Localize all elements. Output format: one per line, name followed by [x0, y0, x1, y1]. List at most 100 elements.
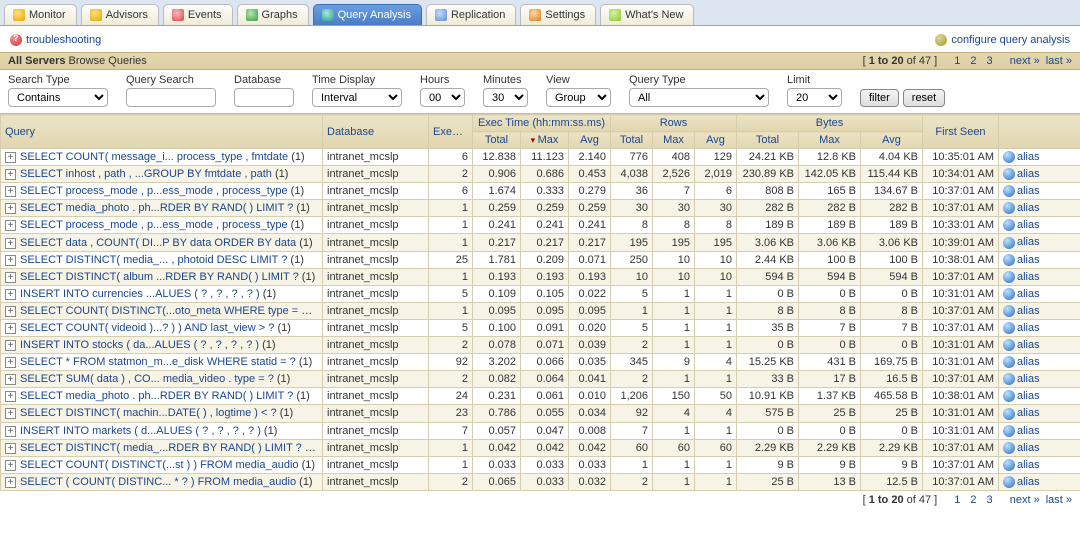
database-input[interactable]: [234, 88, 294, 107]
expand-icon[interactable]: +: [5, 426, 16, 437]
col-r-avg[interactable]: Avg: [695, 132, 737, 149]
time-display-select[interactable]: Interval: [312, 88, 402, 107]
query-link[interactable]: SELECT COUNT( message_i... process_type …: [20, 151, 288, 163]
query-link[interactable]: SELECT media_photo . ph...RDER BY RAND( …: [20, 202, 293, 214]
alias-link[interactable]: alias: [1017, 390, 1040, 402]
alias-link[interactable]: alias: [1017, 407, 1040, 419]
tab-settings[interactable]: Settings: [520, 4, 596, 25]
page-3-bottom[interactable]: 3: [985, 494, 995, 506]
query-link[interactable]: INSERT INTO stocks ( da...ALUES ( ? , ? …: [20, 339, 259, 351]
query-link[interactable]: SELECT SUM( data ) , CO... media_video .…: [20, 373, 274, 385]
search-type-select[interactable]: Contains: [8, 88, 108, 107]
query-type-select[interactable]: All: [629, 88, 769, 107]
col-b-avg[interactable]: Avg: [861, 132, 923, 149]
expand-icon[interactable]: +: [5, 443, 16, 454]
alias-link[interactable]: alias: [1017, 476, 1040, 488]
query-link[interactable]: SELECT COUNT( DISTINCT(...st ) ) FROM me…: [20, 459, 299, 471]
alias-link[interactable]: alias: [1017, 339, 1040, 351]
tab-advisors[interactable]: Advisors: [81, 4, 159, 25]
expand-icon[interactable]: +: [5, 152, 16, 163]
expand-icon[interactable]: +: [5, 477, 16, 488]
configure-link[interactable]: configure query analysis: [951, 34, 1070, 46]
info-icon[interactable]: [1003, 151, 1015, 163]
tab-query-analysis[interactable]: Query Analysis: [313, 4, 422, 25]
col-et-avg[interactable]: Avg: [569, 132, 611, 149]
page-3[interactable]: 3: [985, 55, 995, 67]
view-select[interactable]: Group: [546, 88, 611, 107]
expand-icon[interactable]: +: [5, 323, 16, 334]
pager-next[interactable]: next »: [1010, 55, 1040, 67]
alias-link[interactable]: alias: [1017, 356, 1040, 368]
expand-icon[interactable]: +: [5, 238, 16, 249]
expand-icon[interactable]: +: [5, 374, 16, 385]
pager-last[interactable]: last »: [1046, 55, 1072, 67]
expand-icon[interactable]: +: [5, 203, 16, 214]
filter-button[interactable]: filter: [860, 89, 899, 107]
info-icon[interactable]: [1003, 322, 1015, 334]
col-database[interactable]: Database: [323, 115, 429, 149]
expand-icon[interactable]: +: [5, 186, 16, 197]
query-search-input[interactable]: [126, 88, 216, 107]
query-link[interactable]: SELECT COUNT( videoid )...? ) ) AND last…: [20, 322, 274, 334]
col-first-seen[interactable]: First Seen: [923, 115, 999, 149]
info-icon[interactable]: [1003, 356, 1015, 368]
page-2[interactable]: 2: [968, 55, 978, 67]
alias-link[interactable]: alias: [1017, 219, 1040, 231]
alias-link[interactable]: alias: [1017, 305, 1040, 317]
alias-link[interactable]: alias: [1017, 151, 1040, 163]
alias-link[interactable]: alias: [1017, 271, 1040, 283]
query-link[interactable]: INSERT INTO currencies ...ALUES ( ? , ? …: [20, 288, 260, 300]
info-icon[interactable]: [1003, 271, 1015, 283]
alias-link[interactable]: alias: [1017, 254, 1040, 266]
col-exec-count[interactable]: Exec Count: [429, 115, 473, 149]
tab-events[interactable]: Events: [163, 4, 233, 25]
col-b-max[interactable]: Max: [799, 132, 861, 149]
info-icon[interactable]: [1003, 237, 1015, 249]
info-icon[interactable]: [1003, 202, 1015, 214]
query-link[interactable]: SELECT ( COUNT( DISTINC... * ? ) FROM me…: [20, 476, 296, 488]
hours-select[interactable]: 00: [420, 88, 465, 107]
expand-icon[interactable]: +: [5, 220, 16, 231]
info-icon[interactable]: [1003, 288, 1015, 300]
info-icon[interactable]: [1003, 408, 1015, 420]
col-b-total[interactable]: Total: [737, 132, 799, 149]
expand-icon[interactable]: +: [5, 391, 16, 402]
alias-link[interactable]: alias: [1017, 459, 1040, 471]
pager-last-bottom[interactable]: last »: [1046, 494, 1072, 506]
col-et-total[interactable]: Total: [473, 132, 521, 149]
query-link[interactable]: INSERT INTO markets ( d...ALUES ( ? , ? …: [20, 425, 261, 437]
page-2-bottom[interactable]: 2: [968, 494, 978, 506]
info-icon[interactable]: [1003, 373, 1015, 385]
troubleshooting-link[interactable]: troubleshooting: [26, 34, 101, 46]
expand-icon[interactable]: +: [5, 408, 16, 419]
info-icon[interactable]: [1003, 442, 1015, 454]
info-icon[interactable]: [1003, 185, 1015, 197]
tab-replication[interactable]: Replication: [426, 4, 516, 25]
query-link[interactable]: SELECT inhost , path , ...GROUP BY fmtda…: [20, 168, 272, 180]
col-r-max[interactable]: Max: [653, 132, 695, 149]
expand-icon[interactable]: +: [5, 306, 16, 317]
expand-icon[interactable]: +: [5, 272, 16, 283]
expand-icon[interactable]: +: [5, 340, 16, 351]
help-icon[interactable]: [10, 34, 22, 46]
alias-link[interactable]: alias: [1017, 288, 1040, 300]
reset-button[interactable]: reset: [903, 89, 945, 107]
page-1[interactable]: 1: [952, 55, 962, 67]
col-r-total[interactable]: Total: [611, 132, 653, 149]
query-link[interactable]: SELECT process_mode , p...ess_mode , pro…: [20, 185, 288, 197]
query-link[interactable]: SELECT DISTINCT( media_... , photoid DES…: [20, 254, 287, 266]
expand-icon[interactable]: +: [5, 357, 16, 368]
alias-link[interactable]: alias: [1017, 168, 1040, 180]
minutes-select[interactable]: 30: [483, 88, 528, 107]
info-icon[interactable]: [1003, 476, 1015, 488]
query-link[interactable]: SELECT process_mode , p...ess_mode , pro…: [20, 219, 288, 231]
limit-select[interactable]: 20: [787, 88, 842, 107]
info-icon[interactable]: [1003, 254, 1015, 266]
info-icon[interactable]: [1003, 305, 1015, 317]
page-1-bottom[interactable]: 1: [952, 494, 962, 506]
info-icon[interactable]: [1003, 459, 1015, 471]
col-query[interactable]: Query: [1, 115, 323, 149]
alias-link[interactable]: alias: [1017, 185, 1040, 197]
query-link[interactable]: SELECT media_photo . ph...RDER BY RAND( …: [20, 390, 293, 402]
query-link[interactable]: SELECT data , COUNT( DI...P BY data ORDE…: [20, 237, 296, 249]
